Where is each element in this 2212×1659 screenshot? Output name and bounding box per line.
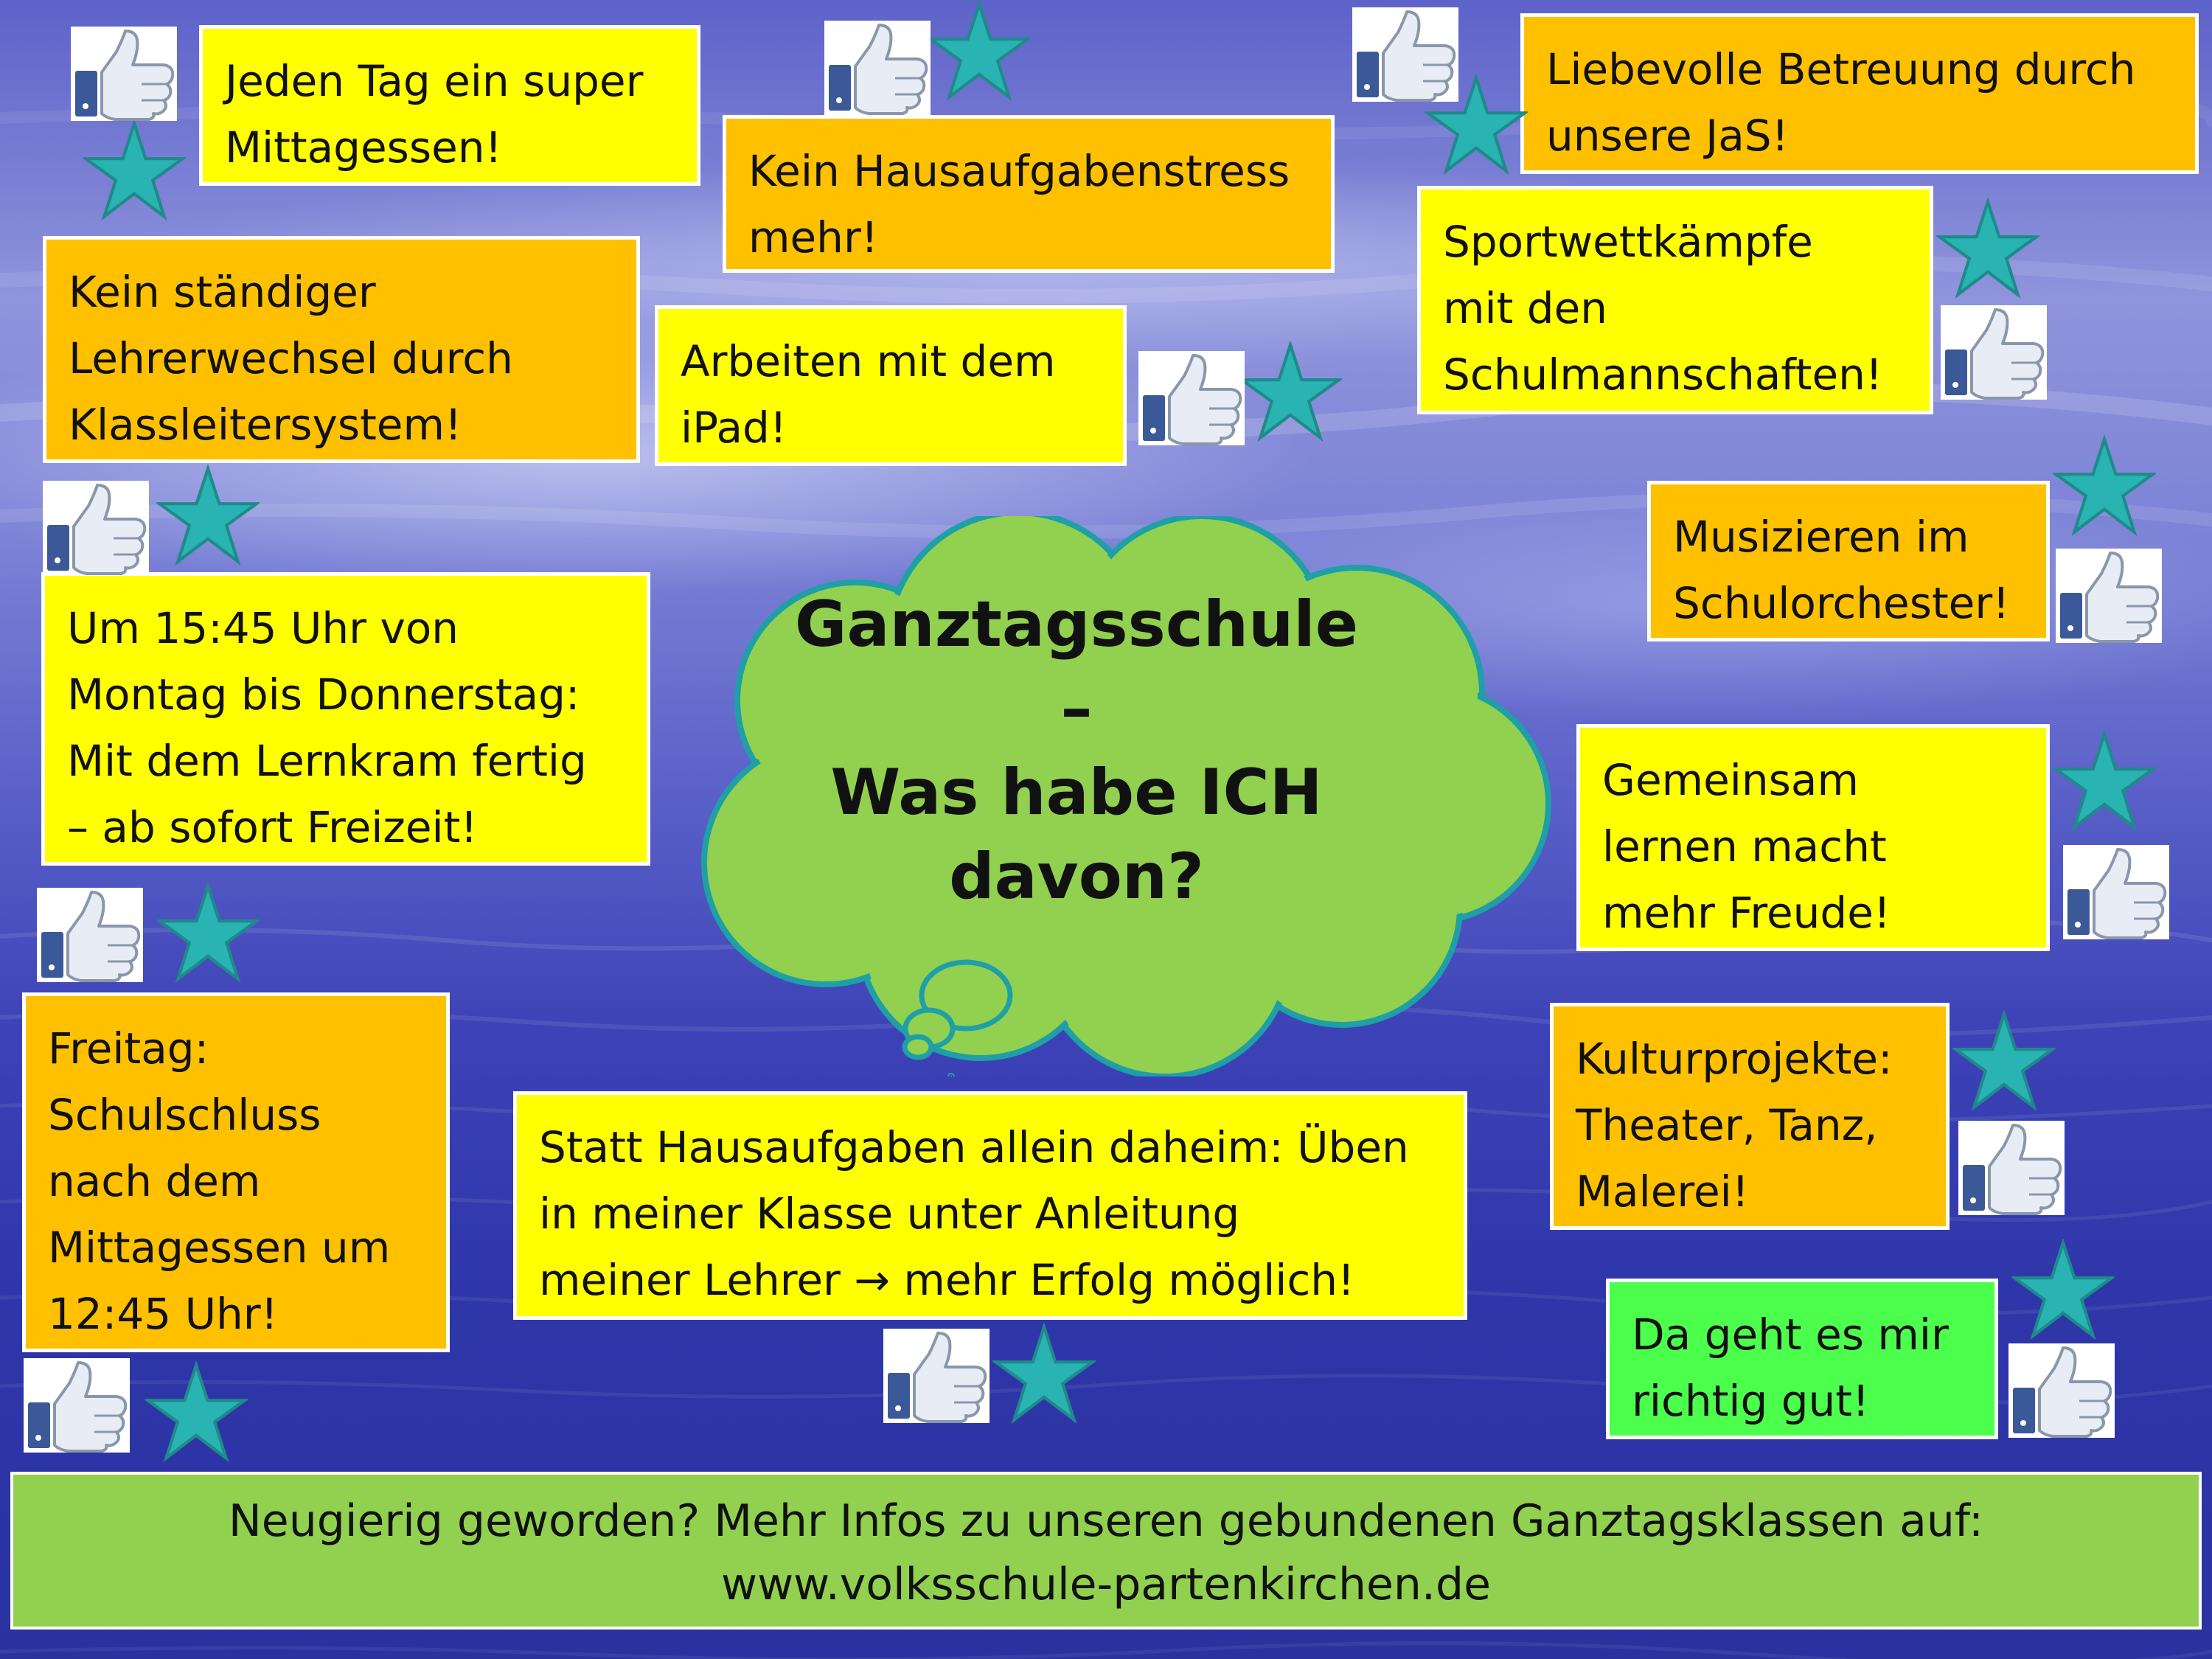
box-uhrzeit: Um 15:45 Uhr von Montag bis Donnerstag: … xyxy=(41,572,650,866)
box-ipad: Arbeiten mit dem iPad! xyxy=(655,305,1127,466)
star-icon xyxy=(156,465,260,568)
star-icon xyxy=(992,1323,1096,1426)
star-icon xyxy=(1936,198,2039,301)
thumbs-up-icon xyxy=(43,481,149,575)
box-freitag: Freitag: Schulschluss nach dem Mittagess… xyxy=(22,992,450,1352)
box-kultur: Kulturprojekte: Theater, Tanz, Malerei! xyxy=(1550,1003,1950,1230)
box-gemeinsam: Gemeinsam lernen macht mehr Freude! xyxy=(1576,724,2050,951)
star-icon xyxy=(145,1361,248,1464)
box-hausaufgabenstress: Kein Hausaufgabenstress mehr! xyxy=(723,115,1335,273)
thumbs-up-icon xyxy=(2056,549,2162,643)
thought-bubbles xyxy=(902,959,1013,1060)
thumbs-up-icon xyxy=(24,1358,130,1453)
box-mittagessen: Jeden Tag ein super Mittagessen! xyxy=(199,25,700,186)
box-statt: Statt Hausaufgaben allein daheim: Üben i… xyxy=(513,1091,1467,1320)
star-icon xyxy=(928,0,1031,103)
thumbs-up-icon xyxy=(2008,1343,2115,1438)
thumbs-up-icon xyxy=(1352,7,1458,102)
poster: Ganztagsschule – Was habe ICH davon? Jed… xyxy=(0,0,2212,1659)
box-musik: Musizieren im Schulorchester! xyxy=(1647,481,2050,641)
thumbs-up-icon xyxy=(1941,305,2047,400)
thumbs-up-icon xyxy=(824,21,931,115)
thumbs-up-icon xyxy=(883,1329,990,1423)
star-icon xyxy=(156,882,260,985)
thumbs-up-icon xyxy=(1958,1121,2065,1215)
thumbs-up-icon xyxy=(71,27,177,121)
thumbs-up-icon xyxy=(37,888,143,982)
box-sport: Sportwettkämpfe mit den Schulmannschafte… xyxy=(1417,186,1933,414)
box-lehrerwechsel: Kein ständiger Lehrerwechsel durch Klass… xyxy=(43,236,640,463)
thumbs-up-icon xyxy=(1138,351,1245,445)
star-icon xyxy=(1239,341,1342,444)
box-betreuung: Liebevolle Betreuung durch unsere JaS! xyxy=(1520,13,2199,174)
star-icon xyxy=(1952,1010,2056,1113)
thumbs-up-icon xyxy=(2063,845,2169,939)
star-icon xyxy=(2053,435,2156,538)
footer-banner: Neugierig geworden? Mehr Infos zu unsere… xyxy=(10,1472,2202,1630)
star-icon xyxy=(2053,730,2156,833)
box-gut: Da geht es mir richtig gut! xyxy=(1606,1279,1998,1439)
star-icon xyxy=(83,119,186,223)
star-icon xyxy=(2011,1239,2115,1342)
main-heading: Ganztagsschule – Was habe ICH davon? xyxy=(794,588,1359,914)
